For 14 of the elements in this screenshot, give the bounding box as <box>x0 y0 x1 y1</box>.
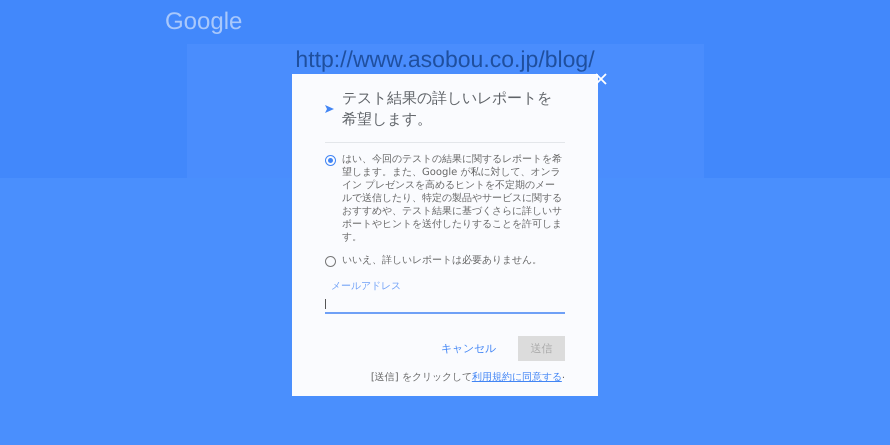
note-period: . <box>562 370 565 383</box>
email-field[interactable]: メールアドレス <box>325 279 565 314</box>
close-icon[interactable] <box>595 73 607 85</box>
option-label: はい、今回のテストの結果に関するレポートを希望します。また、Google が私に対して、オンライン プレゼンスを高めるヒントを不定期のメールで送信したり、特定の製品やサービスに関するおすすめや、テスト結果に基づくさらに詳しいサポートやヒントを送付したりすることを許可します。 <box>342 153 563 244</box>
url-text: http://www.asobou.co.jp/blog/ <box>295 46 595 72</box>
dialog-title: テスト結果の詳しいレポートを希望します。 <box>342 88 553 130</box>
radio-button[interactable] <box>325 256 336 267</box>
cancel-button[interactable]: キャンセル <box>427 336 510 361</box>
terms-note: [送信] をクリックして <box>370 371 472 384</box>
send-icon <box>325 105 334 113</box>
logo: Google <box>165 8 242 36</box>
radio-button[interactable] <box>325 155 336 166</box>
option-label: いいえ、詳しいレポートは必要ありません。 <box>342 254 542 267</box>
terms-link[interactable]: 利用規約に同意する <box>472 370 562 384</box>
